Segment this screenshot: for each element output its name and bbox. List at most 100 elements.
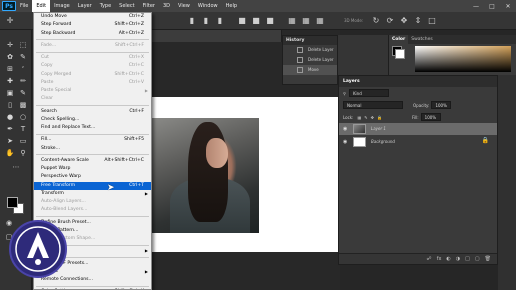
new-layer-icon[interactable]: ▢ bbox=[475, 256, 480, 262]
fx-icon[interactable]: fx bbox=[437, 256, 442, 262]
distribute-center-icon[interactable]: ▦ bbox=[300, 15, 312, 27]
menu-layer[interactable]: Layer bbox=[74, 0, 96, 12]
menu-item-clear[interactable]: Clear bbox=[34, 95, 151, 103]
history-state[interactable]: Delete Layer bbox=[283, 55, 337, 65]
fill-input[interactable]: 100% bbox=[420, 113, 441, 121]
mask-icon[interactable]: ◐ bbox=[446, 256, 450, 262]
align-center-icon[interactable]: ▮ bbox=[200, 15, 212, 27]
menu-item-transform[interactable]: Transform ▶ bbox=[34, 190, 151, 198]
distribute-bottom-icon[interactable]: ■ bbox=[264, 15, 276, 27]
menu-item-fade[interactable]: Fade... Shift+Ctrl+F bbox=[34, 42, 151, 50]
blur-tool-icon[interactable]: ● bbox=[4, 112, 16, 123]
visibility-eye-icon[interactable]: ◉ bbox=[343, 139, 347, 145]
close-icon[interactable]: ✕ bbox=[500, 0, 516, 12]
menu-item-auto-blend-layers[interactable]: Auto-Blend Layers... bbox=[34, 206, 151, 214]
layer-name[interactable]: Layer 1 bbox=[371, 123, 386, 135]
foreground-color-swatch[interactable] bbox=[7, 197, 18, 208]
layer-filter-select[interactable]: Kind bbox=[348, 89, 389, 97]
lock-pixels-icon[interactable]: ✎ bbox=[364, 115, 367, 120]
restore-icon[interactable]: □ bbox=[484, 0, 500, 12]
menu-item-find-and-replace-text[interactable]: Find and Replace Text... bbox=[34, 124, 151, 132]
align-left-icon[interactable]: ▮ bbox=[186, 15, 198, 27]
adjustment-icon[interactable]: ◑ bbox=[456, 256, 460, 262]
lock-position-icon[interactable]: ✥ bbox=[371, 115, 374, 120]
lock-transparent-icon[interactable]: ▦ bbox=[357, 115, 361, 120]
document-tab[interactable] bbox=[152, 30, 282, 42]
3d-scale-icon[interactable]: □ bbox=[426, 15, 438, 27]
menu-filter[interactable]: Filter bbox=[139, 0, 159, 12]
layer-row[interactable]: ◉ Background 🔒 bbox=[339, 136, 497, 148]
menu-item-auto-align-layers[interactable]: Auto-Align Layers... bbox=[34, 198, 151, 206]
lock-all-icon[interactable]: 🔒 bbox=[377, 115, 382, 120]
menu-image[interactable]: Image bbox=[50, 0, 74, 12]
more-tools-icon[interactable]: ⋯ bbox=[10, 162, 22, 173]
3d-pan-icon[interactable]: ✥ bbox=[398, 15, 410, 27]
lasso-tool-icon[interactable]: ✿ bbox=[4, 52, 16, 63]
trash-icon[interactable]: 🗑 bbox=[485, 256, 491, 262]
menu-item-step-backward[interactable]: Step Backward Alt+Ctrl+Z bbox=[34, 30, 151, 38]
menu-item-cut[interactable]: Cut Ctrl+X bbox=[34, 54, 151, 62]
shape-tool-icon[interactable]: ▭ bbox=[17, 136, 29, 147]
visibility-eye-icon[interactable]: ◉ bbox=[343, 126, 347, 132]
menu-type[interactable]: Type bbox=[96, 0, 115, 12]
move-tool-icon[interactable]: ✛ bbox=[4, 15, 16, 27]
menu-item-paste-special[interactable]: Paste Special ▶ bbox=[34, 87, 151, 95]
3d-rotate-icon[interactable]: ↻ bbox=[370, 15, 382, 27]
path-select-icon[interactable]: ➤ bbox=[4, 136, 16, 147]
distribute-left-icon[interactable]: ▦ bbox=[286, 15, 298, 27]
menu-file[interactable]: File bbox=[16, 0, 32, 12]
menu-item-perspective-warp[interactable]: Perspective Warp bbox=[34, 173, 151, 181]
menu-view[interactable]: View bbox=[174, 0, 194, 12]
color-spectrum[interactable] bbox=[415, 46, 511, 72]
pen-tool-icon[interactable]: ✒ bbox=[4, 124, 16, 135]
history-state[interactable]: Delete Layer bbox=[283, 45, 337, 55]
distribute-top-icon[interactable]: ■ bbox=[236, 15, 248, 27]
zoom-tool-icon[interactable]: ⚲ bbox=[17, 148, 29, 159]
crop-tool-icon[interactable]: ⊞ bbox=[4, 64, 16, 75]
minimize-icon[interactable]: — bbox=[468, 0, 484, 12]
tab-color[interactable]: Color bbox=[389, 35, 409, 44]
move-tool-icon[interactable]: ✛ bbox=[4, 40, 16, 51]
history-panel-title[interactable]: History bbox=[283, 36, 337, 45]
link-icon[interactable]: ☍ bbox=[427, 256, 432, 262]
menu-item-stroke[interactable]: Stroke... bbox=[34, 145, 151, 153]
photoshop-logo[interactable]: Ps bbox=[2, 1, 16, 11]
eyedropper-icon[interactable]: ‘ bbox=[17, 64, 29, 75]
blend-mode-select[interactable]: Normal bbox=[343, 101, 403, 109]
menu-help[interactable]: Help bbox=[222, 0, 241, 12]
eraser-tool-icon[interactable]: ▯ bbox=[4, 100, 16, 111]
group-icon[interactable]: □ bbox=[465, 256, 470, 262]
menu-item-copy[interactable]: Copy Ctrl+C bbox=[34, 62, 151, 70]
history-brush-icon[interactable]: ✎ bbox=[17, 88, 29, 99]
menu-item-check-spelling[interactable]: Check Spelling... bbox=[34, 116, 151, 124]
layer-name[interactable]: Background bbox=[371, 136, 395, 148]
align-right-icon[interactable]: ▮ bbox=[214, 15, 226, 27]
menu-item-free-transform[interactable]: Free Transform Ctrl+T bbox=[34, 181, 151, 190]
menu-item-step-forward[interactable]: Step Forward Shift+Ctrl+Z bbox=[34, 21, 151, 29]
marquee-tool-icon[interactable]: ⬚ bbox=[17, 40, 29, 51]
opacity-input[interactable]: 100% bbox=[431, 101, 452, 109]
menu-item-fill[interactable]: Fill... Shift+F5 bbox=[34, 136, 151, 144]
distribute-middle-icon[interactable]: ■ bbox=[250, 15, 262, 27]
layer-row[interactable]: ◉ Layer 1 bbox=[339, 123, 497, 135]
3d-roll-icon[interactable]: ⟳ bbox=[384, 15, 396, 27]
hand-tool-icon[interactable]: ✋ bbox=[4, 148, 16, 159]
3d-slide-icon[interactable]: ⇕ bbox=[412, 15, 424, 27]
menu-item-content-aware-scale[interactable]: Content-Aware Scale Alt+Shift+Ctrl+C bbox=[34, 157, 151, 165]
history-state[interactable]: Move bbox=[283, 65, 337, 75]
color-panel-background[interactable] bbox=[395, 49, 405, 59]
layers-panel-title[interactable]: Layers bbox=[339, 76, 497, 87]
menu-item-undo-move[interactable]: Undo Move Ctrl+Z bbox=[34, 13, 151, 21]
type-tool-icon[interactable]: T bbox=[17, 124, 29, 135]
portrait-photo-layer[interactable] bbox=[152, 118, 259, 233]
clone-stamp-icon[interactable]: ▣ bbox=[4, 88, 16, 99]
healing-brush-icon[interactable]: ✚ bbox=[4, 76, 16, 87]
menu-item-search[interactable]: Search Ctrl+F bbox=[34, 108, 151, 116]
gradient-tool-icon[interactable]: ▩ bbox=[17, 100, 29, 111]
menu-3d[interactable]: 3D bbox=[159, 0, 174, 12]
menu-edit[interactable]: Edit bbox=[32, 0, 51, 12]
menu-item-paste[interactable]: Paste Ctrl+V bbox=[34, 79, 151, 87]
tab-swatches[interactable]: Swatches bbox=[408, 35, 436, 44]
quick-select-icon[interactable]: ✎ bbox=[17, 52, 29, 63]
menu-item-remote-connections[interactable]: Remote Connections... bbox=[34, 276, 151, 284]
